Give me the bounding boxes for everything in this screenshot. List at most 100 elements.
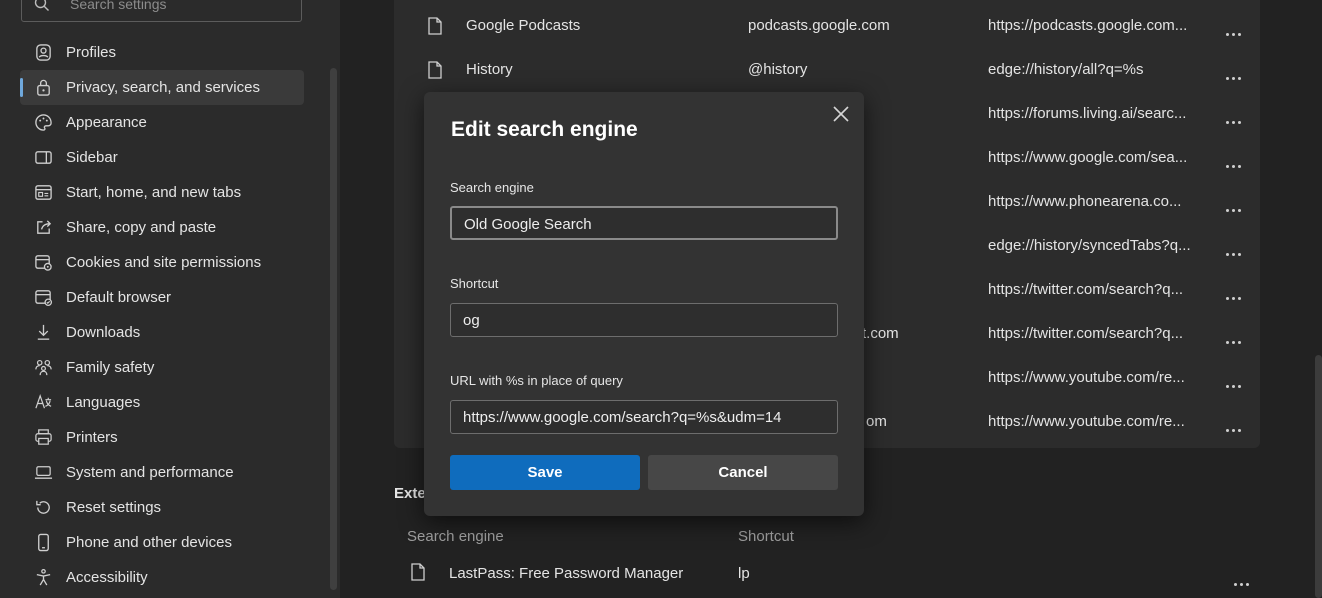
table-row: Google Podcasts podcasts.google.com http… [394, 4, 1260, 48]
sidebar-item-privacy[interactable]: Privacy, search, and services [20, 70, 304, 105]
sidebar-item-label: Accessibility [66, 569, 148, 586]
file-icon [411, 563, 425, 581]
url-input[interactable] [463, 409, 823, 426]
sidebar-item-share[interactable]: Share, copy and paste [20, 210, 304, 245]
engine-keyword: @history [748, 61, 808, 78]
sidebar-item-label: Start, home, and new tabs [66, 184, 242, 201]
sidebar-item-default-browser[interactable]: Default browser [20, 280, 304, 315]
profile-icon [36, 44, 51, 61]
languages-icon [35, 393, 52, 409]
settings-sidebar: Profiles Privacy, search, and services A… [0, 0, 340, 598]
accessibility-icon [36, 568, 51, 586]
sidebar-item-label: Phone and other devices [66, 534, 232, 551]
sidebar-item-label: Share, copy and paste [66, 219, 217, 236]
sidebar-item-label: Family safety [66, 359, 155, 376]
search-engine-label: Search engine [450, 180, 534, 195]
search-engine-field[interactable] [450, 206, 838, 240]
engine-keyword: podcasts.google.com [748, 17, 890, 34]
sidebar-item-reset[interactable]: Reset settings [20, 490, 304, 525]
sidebar-item-label: Privacy, search, and services [66, 79, 260, 96]
file-icon [428, 17, 442, 35]
more-options-icon[interactable] [1222, 98, 1246, 126]
more-options-icon[interactable] [1222, 362, 1246, 390]
search-icon [34, 0, 49, 11]
engine-url: https://twitter.com/search?q... [988, 281, 1184, 298]
more-options-icon[interactable] [1222, 318, 1246, 346]
sidebar-item-accessibility[interactable]: Accessibility [20, 560, 304, 595]
close-icon[interactable] [829, 102, 853, 126]
more-options-icon[interactable] [1222, 406, 1246, 434]
engine-url: https://forums.living.ai/searc... [988, 105, 1187, 122]
file-icon [428, 61, 442, 79]
share-icon [37, 220, 52, 234]
edit-search-engine-dialog: Edit search engine Search engine Shortcu… [424, 92, 864, 516]
sidebar-item-label: Downloads [66, 324, 141, 341]
sidebar-item-appearance[interactable]: Appearance [20, 105, 304, 140]
home-tabs-icon [35, 185, 52, 200]
engine-url: https://www.youtube.com/re... [988, 413, 1185, 430]
table-row: LastPass: Free Password Manager lp [394, 560, 1260, 590]
palette-icon [35, 114, 52, 131]
sidebar-item-label: Default browser [66, 289, 172, 306]
engine-keyword: lp [738, 565, 750, 582]
engine-keyword: om [866, 413, 887, 430]
shortcut-label: Shortcut [450, 276, 499, 291]
sidebar-icon [35, 151, 52, 164]
search-input[interactable] [70, 0, 290, 12]
engine-name: History [466, 61, 513, 78]
url-label: URL with %s in place of query [450, 373, 623, 388]
lock-icon [37, 79, 50, 96]
download-icon [37, 324, 50, 340]
sidebar-item-start-home[interactable]: Start, home, and new tabs [20, 175, 304, 210]
extensions-section-title: Exte [394, 485, 426, 502]
search-settings-box[interactable] [21, 0, 302, 22]
column-header-search-engine: Search engine [407, 528, 504, 545]
sidebar-item-label: Sidebar [66, 149, 118, 166]
save-button[interactable]: Save [450, 455, 640, 490]
sidebar-scrollbar[interactable] [330, 68, 337, 590]
more-options-icon[interactable] [1222, 274, 1246, 302]
engine-url: https://twitter.com/search?q... [988, 325, 1184, 342]
browser-icon [35, 290, 53, 307]
sidebar-item-label: Languages [66, 394, 141, 411]
laptop-icon [34, 466, 53, 479]
url-field[interactable] [450, 400, 838, 434]
sidebar-item-label: Appearance [66, 114, 147, 131]
sidebar-item-label: Reset settings [66, 499, 162, 516]
shortcut-input[interactable] [463, 312, 823, 329]
reset-icon [36, 500, 50, 514]
search-engine-input[interactable] [464, 216, 824, 233]
engine-url: https://www.google.com/sea... [988, 149, 1188, 166]
more-options-icon[interactable] [1222, 10, 1246, 38]
sidebar-item-phone[interactable]: Phone and other devices [20, 525, 304, 560]
engine-keyword: t.com [862, 325, 899, 342]
shortcut-field[interactable] [450, 303, 838, 337]
sidebar-item-sidebar[interactable]: Sidebar [20, 140, 304, 175]
sidebar-item-system[interactable]: System and performance [20, 455, 304, 490]
sidebar-item-family-safety[interactable]: Family safety [20, 350, 304, 385]
engine-url: https://www.youtube.com/re... [988, 369, 1185, 386]
phone-icon [38, 533, 49, 552]
engine-name: LastPass: Free Password Manager [449, 565, 684, 582]
more-options-icon[interactable] [1222, 230, 1246, 258]
sidebar-item-label: Cookies and site permissions [66, 254, 262, 271]
sidebar-item-profiles[interactable]: Profiles [20, 35, 304, 70]
sidebar-item-label: System and performance [66, 464, 234, 481]
sidebar-item-downloads[interactable]: Downloads [20, 315, 304, 350]
column-header-shortcut: Shortcut [738, 528, 794, 545]
sidebar-item-label: Printers [66, 429, 118, 446]
cancel-button[interactable]: Cancel [648, 455, 838, 490]
more-options-icon[interactable] [1222, 54, 1246, 82]
more-options-icon[interactable] [1230, 560, 1254, 586]
more-options-icon[interactable] [1222, 142, 1246, 170]
family-icon [35, 359, 52, 376]
sidebar-item-label: Profiles [66, 44, 117, 61]
sidebar-item-printers[interactable]: Printers [20, 420, 304, 455]
sidebar-item-cookies[interactable]: Cookies and site permissions [20, 245, 304, 280]
dialog-title: Edit search engine [451, 118, 638, 141]
printer-icon [35, 429, 52, 445]
engine-url: edge://history/syncedTabs?q... [988, 237, 1191, 254]
sidebar-item-languages[interactable]: Languages [20, 385, 304, 420]
more-options-icon[interactable] [1222, 186, 1246, 214]
main-scrollbar[interactable] [1315, 355, 1322, 598]
